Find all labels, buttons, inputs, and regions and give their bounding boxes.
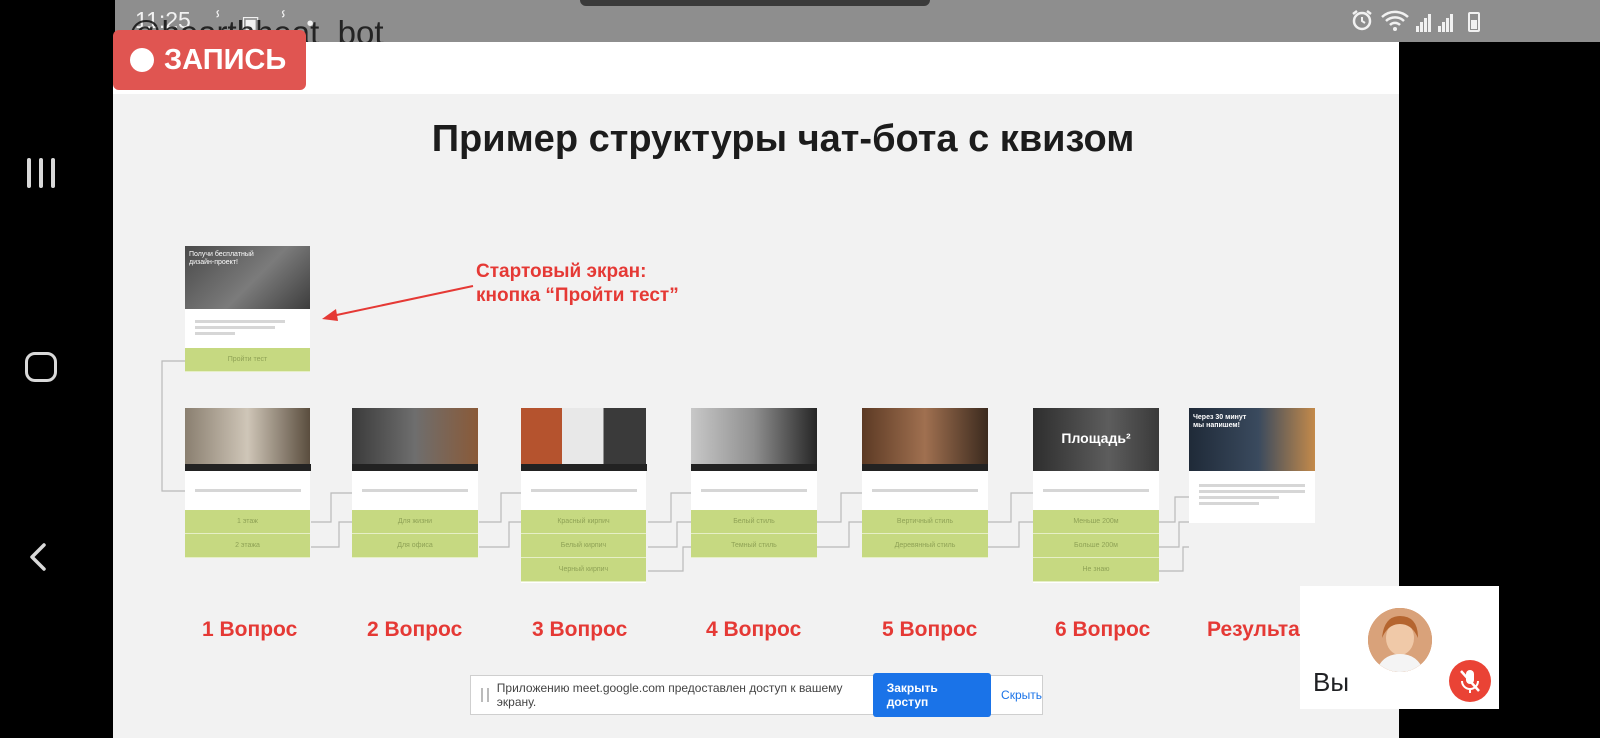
mic-off-icon bbox=[1460, 670, 1480, 693]
result-label: Результа bbox=[1207, 618, 1300, 641]
annotation-arrow bbox=[322, 285, 474, 321]
record-dot-icon bbox=[130, 48, 154, 72]
question-label-3: 3 Вопрос bbox=[532, 618, 628, 641]
option[interactable]: 2 этажа bbox=[185, 534, 310, 558]
option[interactable]: Для жизни bbox=[352, 510, 478, 534]
option[interactable]: Красный кирпич bbox=[521, 510, 646, 534]
option[interactable]: Темный стиль bbox=[691, 534, 817, 558]
recents-icon[interactable] bbox=[25, 158, 57, 188]
screen-share-banner: Приложению meet.google.com предоставлен … bbox=[470, 673, 1043, 717]
avatar bbox=[1368, 608, 1432, 672]
wifi-icon bbox=[1381, 10, 1409, 31]
drag-handle-icon[interactable] bbox=[481, 688, 489, 702]
battery-icon bbox=[1468, 12, 1480, 32]
question-card-3: Красный кирпич Белый кирпич Черный кирпи… bbox=[521, 408, 647, 583]
status-icons bbox=[1350, 8, 1480, 32]
option[interactable]: Белый стиль bbox=[691, 510, 817, 534]
mic-off-button[interactable] bbox=[1449, 660, 1491, 702]
question-card-6: Площадь² Меньше 200м Больше 200м Не знаю bbox=[1033, 408, 1159, 583]
result-card: Через 30 минут мы напишем! bbox=[1189, 408, 1315, 523]
home-icon[interactable] bbox=[25, 352, 57, 382]
question-label-2: 2 Вопрос bbox=[367, 618, 463, 641]
back-icon[interactable] bbox=[28, 542, 48, 572]
question-label-6: 6 Вопрос bbox=[1055, 618, 1151, 641]
hide-banner-link[interactable]: Скрыть bbox=[1001, 688, 1042, 702]
share-banner-text: Приложению meet.google.com предоставлен … bbox=[496, 681, 843, 709]
stop-sharing-button[interactable]: Закрыть доступ bbox=[872, 673, 992, 717]
question-label-1: 1 Вопрос bbox=[202, 618, 298, 641]
option[interactable]: Больше 200м bbox=[1033, 534, 1159, 558]
self-view-label: Вы bbox=[1313, 667, 1350, 697]
start-screen-card: Получи бесплатный дизайн-проект! Пройти … bbox=[185, 246, 310, 372]
option[interactable]: Не знаю bbox=[1033, 558, 1159, 582]
option[interactable]: Черный кирпич bbox=[521, 558, 646, 582]
result-image-text: Через 30 минут мы напишем! bbox=[1193, 414, 1247, 429]
option[interactable]: Вертичный стиль bbox=[862, 510, 988, 534]
option[interactable]: Белый кирпич bbox=[521, 534, 646, 558]
question-card-2: Для жизни Для офиса bbox=[352, 408, 478, 558]
top-handle bbox=[580, 0, 930, 6]
question-card-4: Белый стиль Темный стиль bbox=[691, 408, 817, 558]
start-card-headline: Получи бесплатный дизайн-проект! bbox=[189, 251, 254, 266]
area-image-text: Площадь² bbox=[1061, 430, 1131, 446]
option[interactable]: 1 этаж bbox=[185, 510, 310, 534]
start-test-button[interactable]: Пройти тест bbox=[185, 348, 310, 372]
alarm-icon bbox=[1352, 10, 1372, 31]
recording-badge: ЗАПИСЬ bbox=[113, 30, 306, 90]
signal-icon bbox=[1416, 10, 1432, 32]
signal-icon-2 bbox=[1438, 10, 1454, 32]
option[interactable]: Для офиса bbox=[352, 534, 478, 558]
question-card-5: Вертичный стиль Деревянный стиль bbox=[862, 408, 988, 558]
start-annotation: Стартовый экран: кнопка “Пройти тест” bbox=[476, 261, 679, 306]
question-card-1: 1 этаж 2 этажа bbox=[185, 408, 311, 558]
navigation-bar bbox=[0, 0, 115, 738]
recording-label: ЗАПИСЬ bbox=[164, 43, 287, 76]
question-label-5: 5 Вопрос bbox=[882, 618, 978, 641]
question-label-4: 4 Вопрос bbox=[706, 618, 802, 641]
option[interactable]: Меньше 200м bbox=[1033, 510, 1159, 534]
option[interactable]: Деревянный стиль bbox=[862, 534, 988, 558]
